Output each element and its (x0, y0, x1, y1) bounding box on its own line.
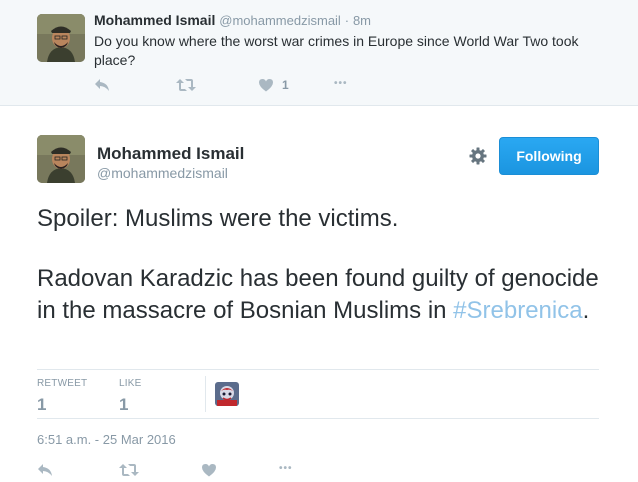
like-stat-count: 1 (119, 395, 129, 414)
parent-like-count: 1 (282, 78, 289, 92)
heart-icon (258, 78, 274, 92)
parent-like-button[interactable]: 1 (258, 78, 289, 92)
more-icon: ••• (279, 463, 293, 474)
parent-header: Mohammed Ismail @mohammedzismail · 8m (94, 12, 371, 28)
like-stat-label: LIKE (119, 378, 142, 389)
reply-icon (37, 463, 53, 477)
tweet-text-line1: Spoiler: Muslims were the victims. (37, 205, 399, 232)
parent-separator: · (344, 13, 350, 28)
main-more-button[interactable]: ••• (279, 463, 293, 474)
parent-avatar[interactable] (37, 14, 85, 62)
heart-icon (201, 463, 217, 477)
stats-divider (205, 376, 206, 412)
parent-tweet-text: Do you know where the worst war crimes i… (94, 33, 579, 68)
like-stat[interactable]: LIKE 1 (119, 378, 141, 415)
main-author-handle[interactable]: @mohammedzismail (97, 165, 228, 181)
main-avatar[interactable] (37, 135, 85, 183)
more-icon: ••• (334, 78, 348, 89)
tweet-text-paragraph: Radovan Karadzic has been found guilty o… (37, 263, 617, 327)
gear-icon[interactable] (468, 146, 488, 166)
parent-author-handle[interactable]: @mohammedzismail (219, 13, 341, 28)
parent-reply-button[interactable] (94, 78, 110, 92)
retweet-icon (176, 78, 196, 92)
main-like-button[interactable] (201, 463, 217, 477)
hashtag-link[interactable]: #Srebrenica (453, 297, 582, 324)
main-author-name[interactable]: Mohammed Ismail (97, 144, 244, 164)
following-button[interactable]: Following (499, 137, 599, 175)
liker-avatar[interactable] (215, 382, 239, 406)
main-reply-button[interactable] (37, 463, 53, 477)
tweet-stats: RETWEET 1 LIKE 1 (37, 369, 599, 419)
retweet-stat[interactable]: RETWEET 1 (37, 378, 87, 415)
retweet-icon (119, 463, 139, 477)
main-retweet-button[interactable] (119, 463, 139, 477)
parent-author-name[interactable]: Mohammed Ismail (94, 12, 215, 28)
retweet-stat-label: RETWEET (37, 378, 88, 389)
main-tweet-text: Spoiler: Muslims were the victims. Radov… (37, 203, 617, 327)
parent-retweet-button[interactable] (176, 78, 196, 92)
parent-timestamp[interactable]: 8m (353, 13, 371, 28)
reply-icon (94, 78, 110, 92)
tweet-text-end: . (582, 297, 590, 324)
parent-tweet: Mohammed Ismail @mohammedzismail · 8m Do… (0, 0, 638, 106)
main-tweet-timestamp[interactable]: 6:51 a.m. - 25 Mar 2016 (37, 432, 176, 447)
parent-more-button[interactable]: ••• (334, 78, 348, 89)
retweet-stat-count: 1 (37, 395, 47, 414)
